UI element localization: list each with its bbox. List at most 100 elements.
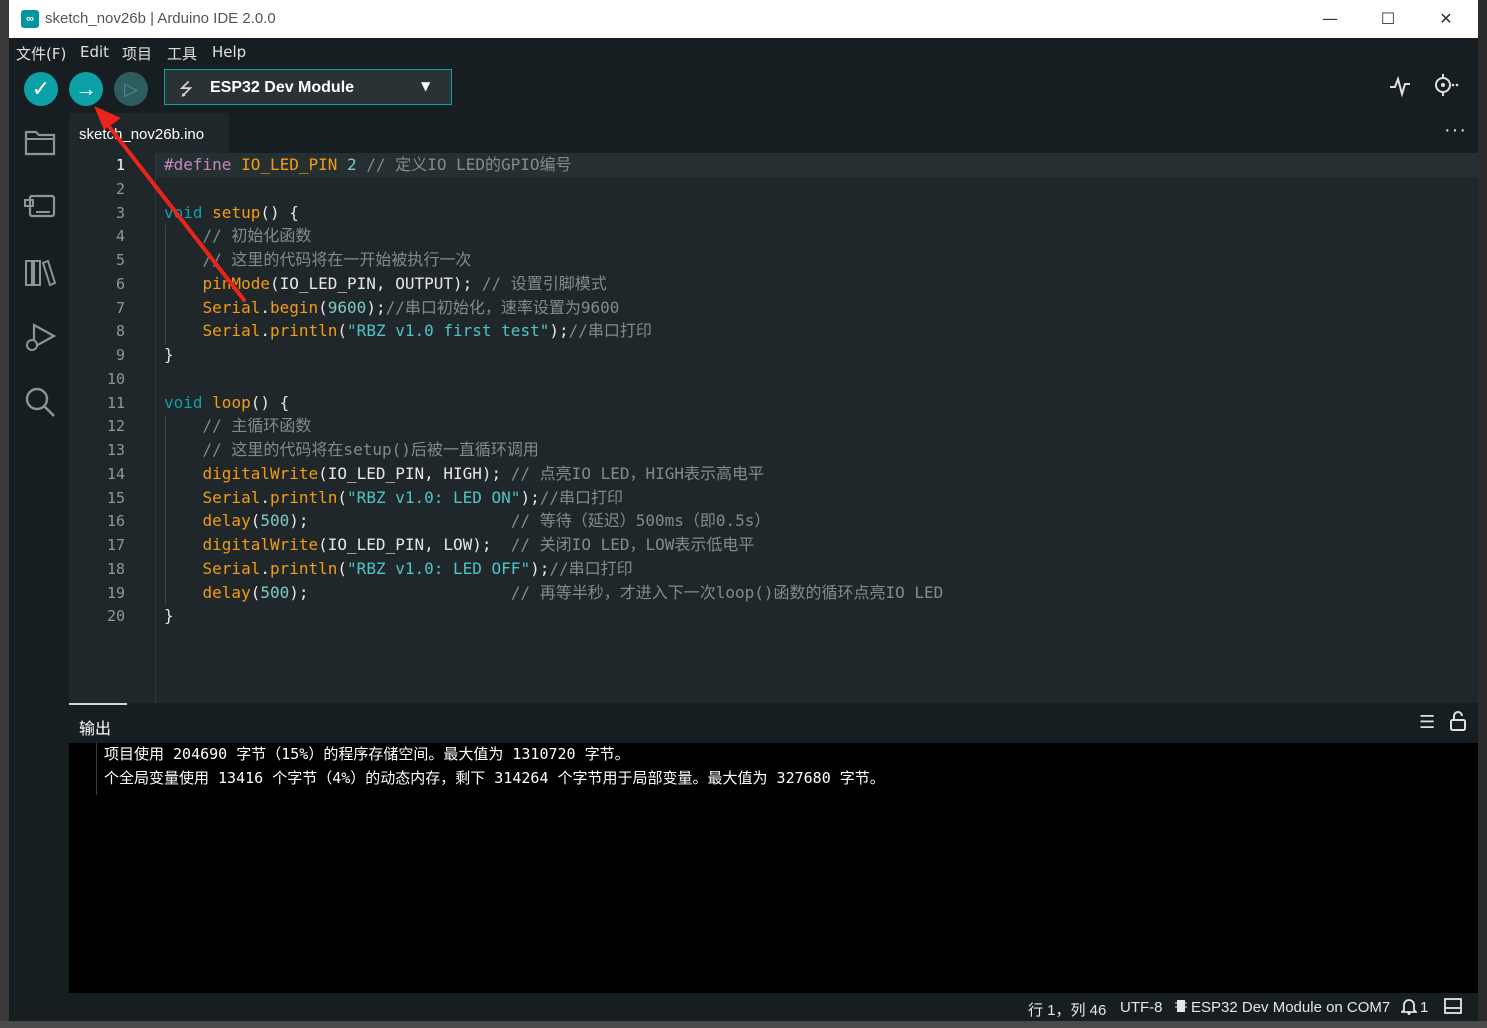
line-number: 3 (115, 204, 125, 222)
code-line-19: delay(500); // 再等半秒，才进入下一次loop()函数的循环点亮I… (202, 583, 944, 602)
close-button[interactable]: ✕ (1417, 4, 1475, 34)
minimize-button[interactable]: — (1301, 4, 1359, 34)
line-number: 11 (106, 394, 125, 412)
library-manager-button[interactable] (24, 256, 57, 288)
menu-edit[interactable]: Edit (80, 43, 109, 61)
chevron-down-icon: ▼ (421, 79, 431, 93)
code-line-6: pinMode(IO_LED_PIN, OUTPUT); // 设置引脚模式 (202, 274, 607, 293)
line-number: 17 (106, 536, 125, 554)
line-number: 15 (106, 489, 125, 507)
line-number: 16 (106, 512, 125, 530)
search-button[interactable] (24, 386, 56, 418)
output-tab-indicator (69, 703, 127, 705)
board-icon (24, 194, 56, 218)
code-line-11: void loop() { (164, 393, 290, 412)
line-number: 2 (115, 180, 125, 198)
code-line-1: #define IO_LED_PIN 2 // 定义IO LED的GPIO编号 (164, 155, 572, 174)
cursor-position[interactable]: 行 1，列 46 (1028, 999, 1106, 1020)
line-number: 20 (106, 607, 125, 625)
code-line-4: // 初始化函数 (164, 226, 312, 245)
code-line-18: Serial.println("RBZ v1.0: LED OFF");//串口… (202, 559, 633, 578)
menu-file[interactable]: 文件(F) (16, 43, 66, 64)
verify-button[interactable]: ✓ (24, 72, 58, 106)
code-line-20: } (164, 606, 174, 625)
menu-tools[interactable]: 工具 (167, 43, 197, 64)
line-number-gutter: 1 2 3 4 5 6 7 8 9 10 11 12 13 14 15 16 1… (69, 153, 156, 703)
code-line-12: // 主循环函数 (164, 416, 312, 435)
library-icon (25, 259, 57, 287)
output-line: 项目使用 204690 字节（15%）的程序存储空间。最大值为 1310720 … (104, 745, 630, 763)
board-port-status[interactable]: ESP32 Dev Module on COM7 (1191, 999, 1390, 1016)
output-console[interactable]: 项目使用 204690 字节（15%）的程序存储空间。最大值为 1310720 … (69, 743, 1478, 993)
line-number: 13 (106, 441, 125, 459)
menu-bar: 文件(F) Edit 项目 工具 Help (9, 38, 1478, 65)
sketchbook-button[interactable] (24, 128, 56, 160)
code-line-8: Serial.println("RBZ v1.0 first test");//… (202, 321, 652, 340)
code-line-13: // 这里的代码将在setup()后被一直循环调用 (164, 440, 539, 459)
output-left-border (96, 743, 97, 795)
board-selector-label: ESP32 Dev Module (210, 79, 355, 96)
status-bar: 行 1，列 46 UTF-8 ESP32 Dev Module on COM7 … (9, 993, 1478, 1021)
debug-icon (26, 323, 57, 351)
code-line-5: // 这里的代码将在一开始被执行一次 (164, 250, 472, 269)
debug-button[interactable]: ▷ (114, 72, 148, 106)
line-number: 18 (106, 560, 125, 578)
title-bar[interactable]: ∞ sketch_nov26b | Arduino IDE 2.0.0 — ☐ … (9, 0, 1478, 39)
bell-icon[interactable] (1399, 997, 1419, 1019)
toolbar: ✓ → ▷ ⭍ ESP32 Dev Module ▼ (9, 65, 1478, 113)
usb-icon: ⭍ (179, 80, 194, 100)
code-editor[interactable]: 1 2 3 4 5 6 7 8 9 10 11 12 13 14 15 16 1… (69, 153, 1478, 703)
code-line-15: Serial.println("RBZ v1.0: LED ON");//串口打… (202, 488, 623, 507)
code-line-14: digitalWrite(IO_LED_PIN, HIGH); // 点亮IO … (202, 464, 765, 483)
serial-plotter-button[interactable] (1389, 75, 1411, 103)
tab-sketch[interactable]: sketch_nov26b.ino (69, 113, 229, 153)
folder-icon (24, 130, 56, 156)
desktop-background-left (0, 0, 9, 1028)
boards-manager-button[interactable] (24, 191, 56, 223)
desktop-background-bottom (0, 1021, 1487, 1028)
debug-play-icon: ▷ (124, 79, 138, 99)
board-selector[interactable]: ⭍ ESP32 Dev Module ▼ (164, 69, 452, 105)
debugger-button[interactable] (24, 321, 57, 353)
notification-count: 1 (1420, 999, 1429, 1016)
activity-bar (9, 113, 69, 993)
line-number: 9 (115, 346, 125, 364)
output-panel-header: 输出 ☰ (69, 703, 1478, 743)
serial-monitor-button[interactable] (1431, 74, 1461, 102)
line-number: 12 (106, 417, 125, 435)
menu-project[interactable]: 项目 (122, 43, 152, 64)
desktop-background-right (1478, 0, 1487, 1028)
tab-label: sketch_nov26b.ino (79, 126, 205, 143)
menu-help[interactable]: Help (212, 43, 246, 61)
scroll-lock-icon[interactable] (1449, 711, 1467, 736)
code-line-9: } (164, 345, 174, 364)
line-number: 14 (106, 465, 125, 483)
line-number: 1 (115, 156, 125, 174)
upload-button[interactable]: → (69, 72, 103, 106)
output-line: 个全局变量使用 13416 个字节（4%）的动态内存，剩下 314264 个字节… (104, 769, 885, 787)
line-number: 19 (106, 584, 125, 602)
line-number: 4 (115, 227, 125, 245)
chip-icon (1175, 998, 1187, 1018)
clear-output-icon[interactable]: ☰ (1419, 712, 1435, 733)
editor-tab-bar: sketch_nov26b.ino ··· (69, 113, 1478, 153)
file-encoding[interactable]: UTF-8 (1120, 999, 1163, 1016)
arduino-ide-window: ∞ sketch_nov26b | Arduino IDE 2.0.0 — ☐ … (9, 0, 1478, 1021)
window-title: sketch_nov26b | Arduino IDE 2.0.0 (45, 10, 276, 27)
line-number: 6 (115, 275, 125, 293)
serial-plotter-icon (1390, 75, 1410, 98)
output-title: 输出 (79, 719, 112, 738)
maximize-button[interactable]: ☐ (1359, 4, 1417, 34)
code-line-17: digitalWrite(IO_LED_PIN, LOW); // 关闭IO L… (202, 535, 755, 554)
line-number: 5 (115, 251, 125, 269)
serial-monitor-icon (1435, 74, 1459, 96)
code-line-7: Serial.begin(9600);//串口初始化，速率设置为9600 (202, 298, 620, 317)
checkmark-icon: ✓ (31, 76, 51, 101)
more-options-icon[interactable]: ··· (1444, 119, 1467, 142)
code-line-3: void setup() { (164, 203, 299, 222)
line-number: 8 (115, 322, 125, 340)
arrow-right-icon: → (75, 76, 97, 101)
arduino-app-icon: ∞ (21, 10, 39, 28)
toggle-panel-icon[interactable] (1444, 998, 1462, 1018)
code-line-16: delay(500); // 等待（延迟）500ms（即0.5s） (202, 511, 771, 530)
